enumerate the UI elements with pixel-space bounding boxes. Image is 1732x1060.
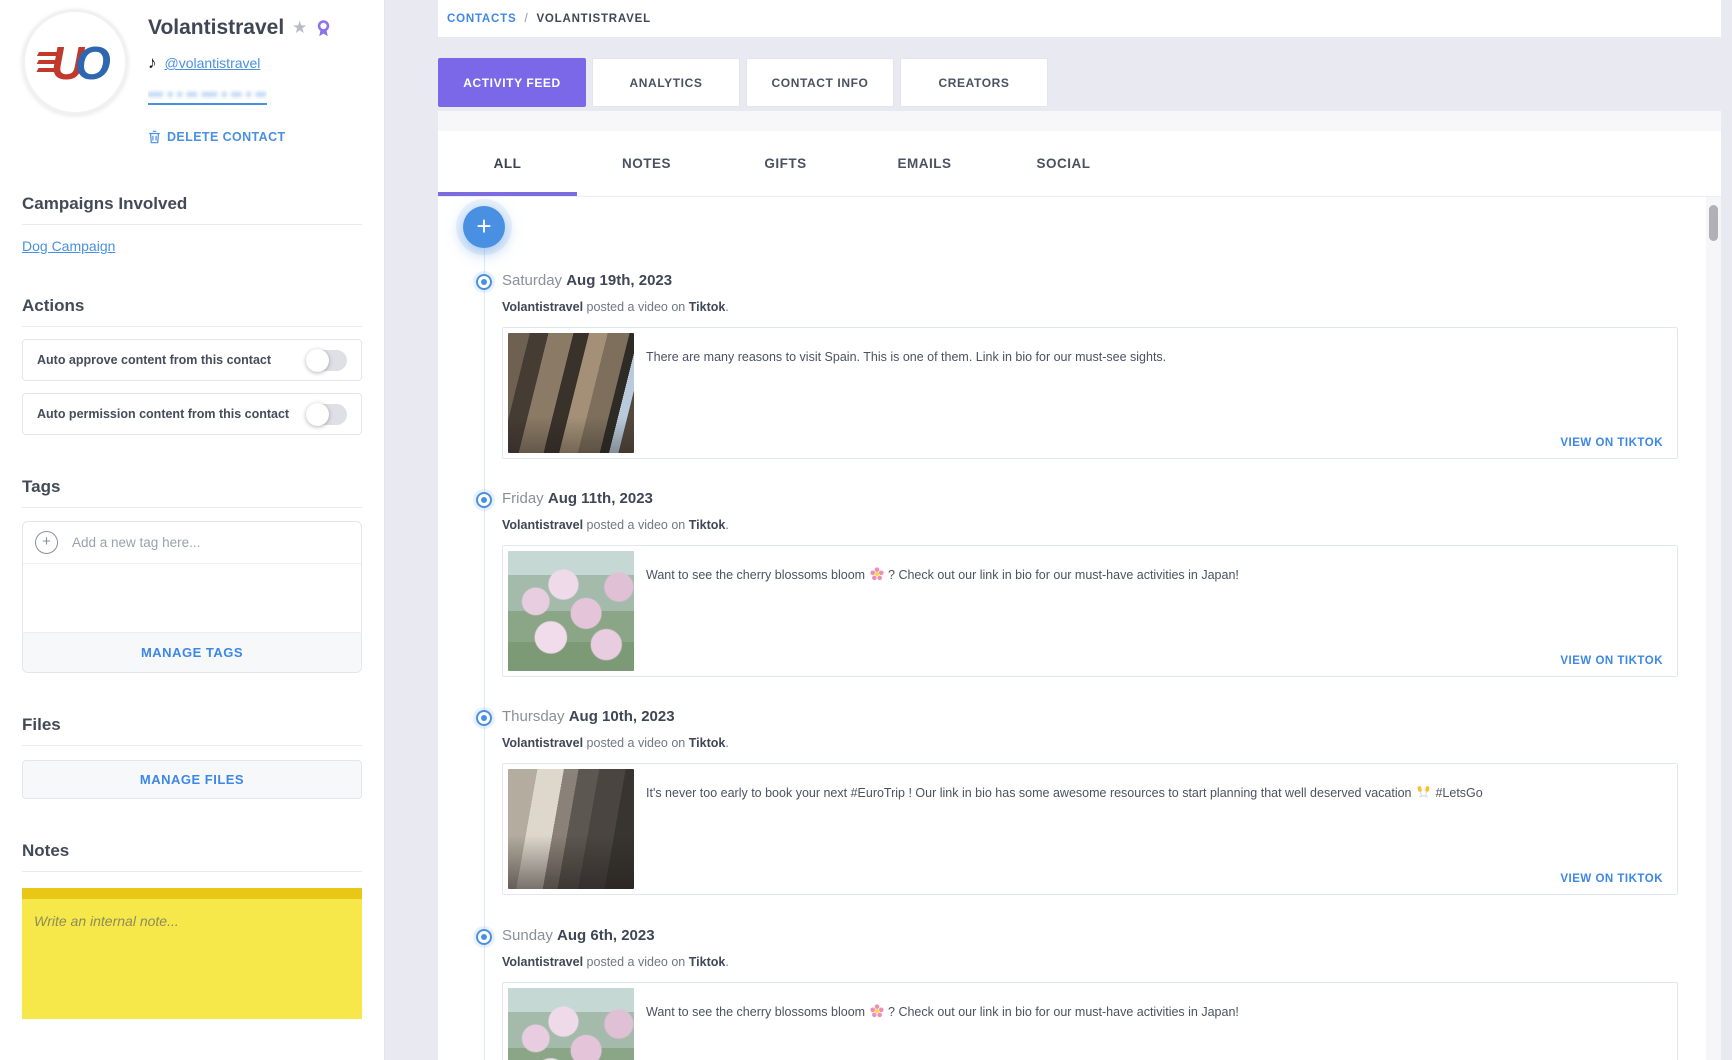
entry-date: Thursday Aug 10th, 2023: [502, 708, 675, 725]
add-tag-input[interactable]: [70, 534, 349, 551]
tab-analytics[interactable]: ANALYTICS: [592, 58, 740, 107]
auto-permission-row: Auto permission content from this contac…: [22, 393, 362, 435]
add-tag-row: +: [23, 522, 361, 564]
breadcrumb: CONTACTS / VOLANTISTRAVEL: [438, 0, 1721, 37]
note-pad-top-strip: [22, 888, 362, 899]
post-card: Want to see the cherry blossoms bloom ? …: [502, 982, 1678, 1060]
entry-subtitle: Volantistravel posted a video on Tiktok.: [502, 518, 729, 532]
view-on-tiktok-link[interactable]: VIEW ON TIKTOK: [1560, 437, 1663, 449]
view-on-tiktok-link[interactable]: VIEW ON TIKTOK: [1560, 655, 1663, 667]
breadcrumb-separator: /: [524, 13, 528, 25]
timeline-dot-icon: [476, 710, 492, 726]
entry-date: Sunday Aug 6th, 2023: [502, 927, 655, 944]
avatar: U O: [22, 9, 128, 115]
plus-circle-icon: +: [35, 531, 58, 554]
logo-letter-o: O: [75, 36, 111, 90]
auto-approve-toggle[interactable]: [307, 350, 347, 371]
subtab-notes[interactable]: NOTES: [577, 131, 716, 196]
tiktok-handle-link[interactable]: @volantistravel: [165, 55, 261, 71]
breadcrumb-contacts-link[interactable]: CONTACTS: [447, 13, 516, 25]
post-caption: There are many reasons to visit Spain. T…: [646, 349, 1647, 366]
badge-award-icon: [315, 19, 332, 38]
timeline-dot-icon: [476, 492, 492, 508]
contact-detail-page: U O Volantistravel ★ ♪ @volantistravel: [0, 0, 1732, 1060]
actions-heading: Actions: [22, 296, 362, 327]
star-icon[interactable]: ★: [292, 18, 307, 38]
activity-feed: + Saturday Aug 19th, 2023 Volantistravel…: [438, 197, 1706, 1060]
subtab-gifts[interactable]: GIFTS: [716, 131, 855, 196]
entry-subtitle: Volantistravel posted a video on Tiktok.: [502, 736, 729, 750]
manage-tags-button[interactable]: MANAGE TAGS: [23, 632, 361, 672]
feed-filter-tabs: ALL NOTES GIFTS EMAILS SOCIAL: [438, 131, 1721, 197]
auto-permission-toggle[interactable]: [307, 404, 347, 425]
panel-top-strip: [438, 111, 1721, 131]
auto-permission-label: Auto permission content from this contac…: [37, 407, 289, 421]
internal-note-pad: [22, 888, 362, 1019]
tab-creators[interactable]: CREATORS: [900, 58, 1048, 107]
timeline-dot-icon: [476, 274, 492, 290]
entry-subtitle: Volantistravel posted a video on Tiktok.: [502, 300, 729, 314]
cherry-blossom-emoji: [870, 1004, 884, 1018]
toggle-knob: [306, 403, 329, 426]
post-thumbnail[interactable]: [508, 333, 634, 453]
redacted-link-text: ▪▪▪ ▪ ▪ ▪▪ ▪▪▪ ▪ ▪▪ ▪ ▪▪: [148, 87, 267, 101]
post-caption: It's never too early to book your next #…: [646, 785, 1647, 802]
post-caption: Want to see the cherry blossoms bloom ? …: [646, 1004, 1647, 1021]
post-card: There are many reasons to visit Spain. T…: [502, 327, 1678, 459]
post-thumbnail[interactable]: [508, 551, 634, 671]
campaign-link[interactable]: Dog Campaign: [22, 238, 115, 254]
trash-icon: [148, 130, 161, 144]
post-thumbnail[interactable]: [508, 988, 634, 1060]
view-on-tiktok-link[interactable]: VIEW ON TIKTOK: [1560, 873, 1663, 885]
subtab-social[interactable]: SOCIAL: [994, 131, 1133, 196]
toggle-knob: [306, 349, 329, 372]
post-thumbnail[interactable]: [508, 769, 634, 889]
campaigns-heading: Campaigns Involved: [22, 194, 362, 225]
profile-header: U O Volantistravel ★ ♪ @volantistravel: [22, 9, 362, 144]
redacted-link[interactable]: ▪▪▪ ▪ ▪ ▪▪ ▪▪▪ ▪ ▪▪ ▪ ▪▪: [148, 85, 267, 105]
add-activity-button[interactable]: +: [463, 206, 505, 248]
post-card: Want to see the cherry blossoms bloom ? …: [502, 545, 1678, 677]
contact-sidebar: U O Volantistravel ★ ♪ @volantistravel: [0, 0, 385, 1060]
breadcrumb-current: VOLANTISTRAVEL: [536, 13, 651, 25]
entry-date: Friday Aug 11th, 2023: [502, 490, 653, 507]
cherry-blossom-emoji: [870, 567, 884, 581]
manage-files-button[interactable]: MANAGE FILES: [22, 760, 362, 799]
contact-name: Volantistravel: [148, 16, 284, 40]
scrollbar-thumb[interactable]: [1709, 205, 1718, 241]
tags-box: + MANAGE TAGS: [22, 521, 362, 673]
internal-note-input[interactable]: [22, 899, 362, 1019]
entry-subtitle: Volantistravel posted a video on Tiktok.: [502, 955, 729, 969]
post-caption: Want to see the cherry blossoms bloom ? …: [646, 567, 1647, 584]
files-heading: Files: [22, 715, 362, 746]
tab-contact-info[interactable]: CONTACT INFO: [746, 58, 894, 107]
subtab-emails[interactable]: EMAILS: [855, 131, 994, 196]
tags-empty-area: [23, 564, 361, 632]
entry-date: Saturday Aug 19th, 2023: [502, 272, 672, 289]
delete-contact-button[interactable]: DELETE CONTACT: [148, 130, 332, 144]
post-card: It's never too early to book your next #…: [502, 763, 1678, 895]
scrollbar-track[interactable]: [1706, 197, 1721, 1060]
tags-heading: Tags: [22, 477, 362, 508]
notes-heading: Notes: [22, 841, 362, 872]
auto-approve-row: Auto approve content from this contact: [22, 339, 362, 381]
clinking-glasses-emoji: [1416, 785, 1431, 799]
main-tabs: ACTIVITY FEED ANALYTICS CONTACT INFO CRE…: [438, 58, 1048, 107]
tiktok-icon: ♪: [148, 53, 157, 73]
auto-approve-label: Auto approve content from this contact: [37, 353, 271, 367]
profile-info: Volantistravel ★ ♪ @volantistravel ▪▪▪ ▪…: [148, 9, 332, 144]
subtab-all[interactable]: ALL: [438, 131, 577, 196]
timeline-dot-icon: [476, 929, 492, 945]
tab-activity-feed[interactable]: ACTIVITY FEED: [438, 58, 586, 107]
